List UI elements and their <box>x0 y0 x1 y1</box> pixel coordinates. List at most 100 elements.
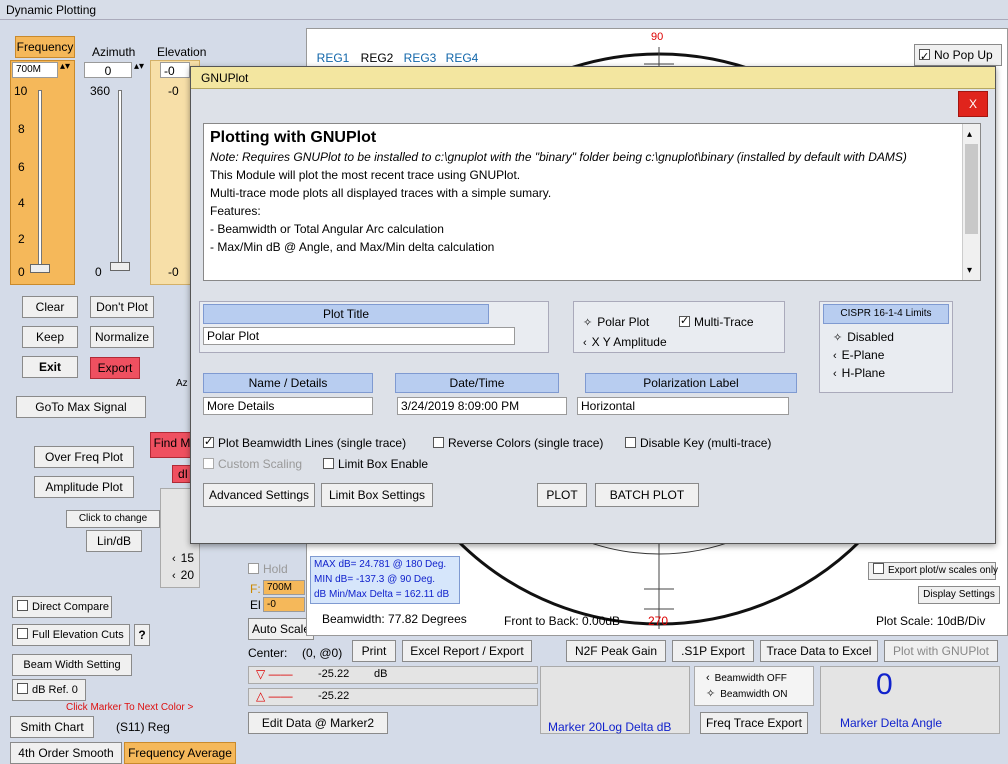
f-value-field[interactable]: 700M <box>263 580 305 595</box>
cispr-disabled-radio[interactable]: ✧ Disabled <box>833 330 894 344</box>
no-popup-checkbox[interactable]: No Pop Up <box>914 44 1002 67</box>
advanced-settings-button[interactable]: Advanced Settings <box>203 483 315 507</box>
azimuth-slider-thumb[interactable] <box>110 262 130 271</box>
reg4-tab[interactable]: REG4 <box>444 48 480 68</box>
trace-data-excel-button[interactable]: Trace Data to Excel <box>760 640 878 662</box>
beamwidth-on-radio[interactable]: ✧ Beamwidth ON <box>706 687 787 700</box>
elevation-top-label: -0 <box>168 84 179 98</box>
find-max-button[interactable]: Find M <box>150 432 194 458</box>
polar-plot-radio[interactable]: ✧ Polar Plot <box>583 315 649 329</box>
4th-order-smooth-button[interactable]: 4th Order Smooth <box>10 742 122 764</box>
batch-plot-button[interactable]: BATCH PLOT <box>595 483 699 507</box>
multi-trace-checkbox[interactable]: Multi-Trace <box>679 314 754 329</box>
lin-db-button[interactable]: Lin/dB <box>86 530 142 552</box>
marker1-icon[interactable]: ▽ —— <box>256 667 293 681</box>
description-line2: Multi-trace mode plots all displayed tra… <box>210 186 552 200</box>
date-time-input[interactable]: 3/24/2019 8:09:00 PM <box>397 397 567 415</box>
limit-box-enable-checkbox[interactable]: Limit Box Enable <box>323 457 428 471</box>
limit-box-enable-box <box>323 458 334 469</box>
full-elevation-checkbox[interactable]: Full Elevation Cuts <box>12 624 130 646</box>
cispr-header: CISPR 16-1-4 Limits <box>823 304 949 324</box>
frequency-value[interactable]: 700M <box>12 62 58 78</box>
scroll-thumb[interactable] <box>965 144 978 234</box>
plot-button[interactable]: PLOT <box>537 483 587 507</box>
direct-compare-checkbox[interactable]: Direct Compare <box>12 596 112 618</box>
over-freq-plot-button[interactable]: Over Freq Plot <box>34 446 134 468</box>
el-value-field[interactable]: -0 <box>263 597 305 612</box>
scroll-up-icon[interactable]: ▴ <box>967 126 972 144</box>
export-scales-checkbox[interactable]: Export plot/w scales only <box>868 562 998 580</box>
freq-scale-6: 6 <box>18 160 25 174</box>
delta-db-text: dB Min/Max Delta = 162.11 dB <box>314 589 450 600</box>
clear-button[interactable]: Clear <box>22 296 78 318</box>
s1p-export-button[interactable]: .S1P Export <box>672 640 754 662</box>
reg3-tab[interactable]: REG3 <box>402 48 438 68</box>
goto-max-signal-button[interactable]: GoTo Max Signal <box>16 396 146 418</box>
plot-with-gnuplot-button[interactable]: Plot with GNUPlot <box>884 640 998 662</box>
custom-scaling-label: Custom Scaling <box>218 457 303 471</box>
azimuth-spin-icon[interactable]: ▴▾ <box>134 61 144 72</box>
beam-width-setting-button[interactable]: Beam Width Setting <box>12 654 132 676</box>
plot-beamwidth-checkbox[interactable]: Plot Beamwidth Lines (single trace) <box>203 435 406 450</box>
beamwidth-off-label: Beamwidth OFF <box>714 673 787 684</box>
radio-15[interactable]: ‹ 15 <box>172 551 194 565</box>
tab-frequency[interactable]: Frequency <box>15 36 75 58</box>
n2f-peak-gain-button[interactable]: N2F Peak Gain <box>566 640 666 662</box>
polarization-input[interactable]: Horizontal <box>577 397 789 415</box>
print-button[interactable]: Print <box>352 640 396 662</box>
reverse-colors-box <box>433 437 444 448</box>
name-details-input[interactable]: More Details <box>203 397 373 415</box>
azimuth-value[interactable]: 0 <box>84 62 132 78</box>
dialog-close-button[interactable]: X <box>958 91 988 117</box>
description-box[interactable]: Plotting with GNUPlot Note: Requires GNU… <box>203 123 981 281</box>
excel-report-button[interactable]: Excel Report / Export <box>402 640 532 662</box>
custom-scaling-checkbox[interactable]: Custom Scaling <box>203 457 302 471</box>
reverse-colors-checkbox[interactable]: Reverse Colors (single trace) <box>433 436 603 450</box>
cispr-e-plane-radio[interactable]: ‹ E-Plane <box>833 348 884 362</box>
export-button[interactable]: Export <box>90 357 140 379</box>
radio-20[interactable]: ‹ 20 <box>172 568 194 582</box>
limit-box-settings-button[interactable]: Limit Box Settings <box>321 483 433 507</box>
exit-button[interactable]: Exit <box>22 356 78 378</box>
frequency-slider-thumb[interactable] <box>30 264 50 273</box>
smith-chart-button[interactable]: Smith Chart <box>10 716 94 738</box>
cispr-h-plane-radio[interactable]: ‹ H-Plane <box>833 366 885 380</box>
marker1-value: -25.22 <box>318 668 350 680</box>
plot-title-input[interactable]: Polar Plot <box>203 327 515 345</box>
reg2-tab[interactable]: REG2 <box>358 48 396 68</box>
display-settings-button[interactable]: Display Settings <box>918 586 1000 604</box>
marker2-icon[interactable]: △ —— <box>256 689 293 703</box>
direct-compare-label: Direct Compare <box>32 601 110 613</box>
hold-checkbox[interactable]: Hold <box>248 562 288 576</box>
limit-box-enable-label: Limit Box Enable <box>338 457 429 471</box>
dont-plot-button[interactable]: Don't Plot <box>90 296 154 318</box>
scroll-down-icon[interactable]: ▾ <box>967 262 972 280</box>
cispr-e-plane-label: E-Plane <box>841 348 885 362</box>
tab-azimuth[interactable]: Azimuth <box>92 45 135 59</box>
xy-amplitude-radio[interactable]: ‹ X Y Amplitude <box>583 335 667 349</box>
freq-trace-export-button[interactable]: Freq Trace Export <box>700 712 808 734</box>
description-scrollbar[interactable]: ▴ ▾ <box>962 124 980 280</box>
frequency-slider-track[interactable] <box>38 90 42 270</box>
azimuth-slider-track[interactable] <box>118 90 122 270</box>
max-db-text: MAX dB= 24.781 @ 180 Deg. <box>314 559 447 570</box>
db-ref-checkbox[interactable]: dB Ref. 0 <box>12 679 86 701</box>
reverse-colors-label: Reverse Colors (single trace) <box>448 436 604 450</box>
polarization-header: Polarization Label <box>585 373 797 393</box>
keep-button[interactable]: Keep <box>22 326 78 348</box>
amplitude-plot-button[interactable]: Amplitude Plot <box>34 476 134 498</box>
frequency-average-button[interactable]: Frequency Average <box>124 742 236 764</box>
auto-scale-button[interactable]: Auto Scale <box>248 618 314 640</box>
normalize-button[interactable]: Normalize <box>90 326 154 348</box>
beamwidth-off-radio[interactable]: ‹ Beamwidth OFF <box>706 672 787 684</box>
help-button[interactable]: ? <box>134 624 150 646</box>
frequency-spin-icon[interactable]: ▴▾ <box>60 61 70 72</box>
edit-data-marker2-button[interactable]: Edit Data @ Marker2 <box>248 712 388 734</box>
plot-title-header: Plot Title <box>203 304 489 324</box>
elevation-value[interactable]: -0 <box>160 62 190 78</box>
reg1-tab[interactable]: REG1 <box>315 48 351 68</box>
click-to-change-label[interactable]: Click to change <box>66 510 160 528</box>
tab-elevation[interactable]: Elevation <box>157 45 206 59</box>
disable-key-checkbox[interactable]: Disable Key (multi-trace) <box>625 436 771 450</box>
angle-90-label: 90 <box>651 31 664 43</box>
